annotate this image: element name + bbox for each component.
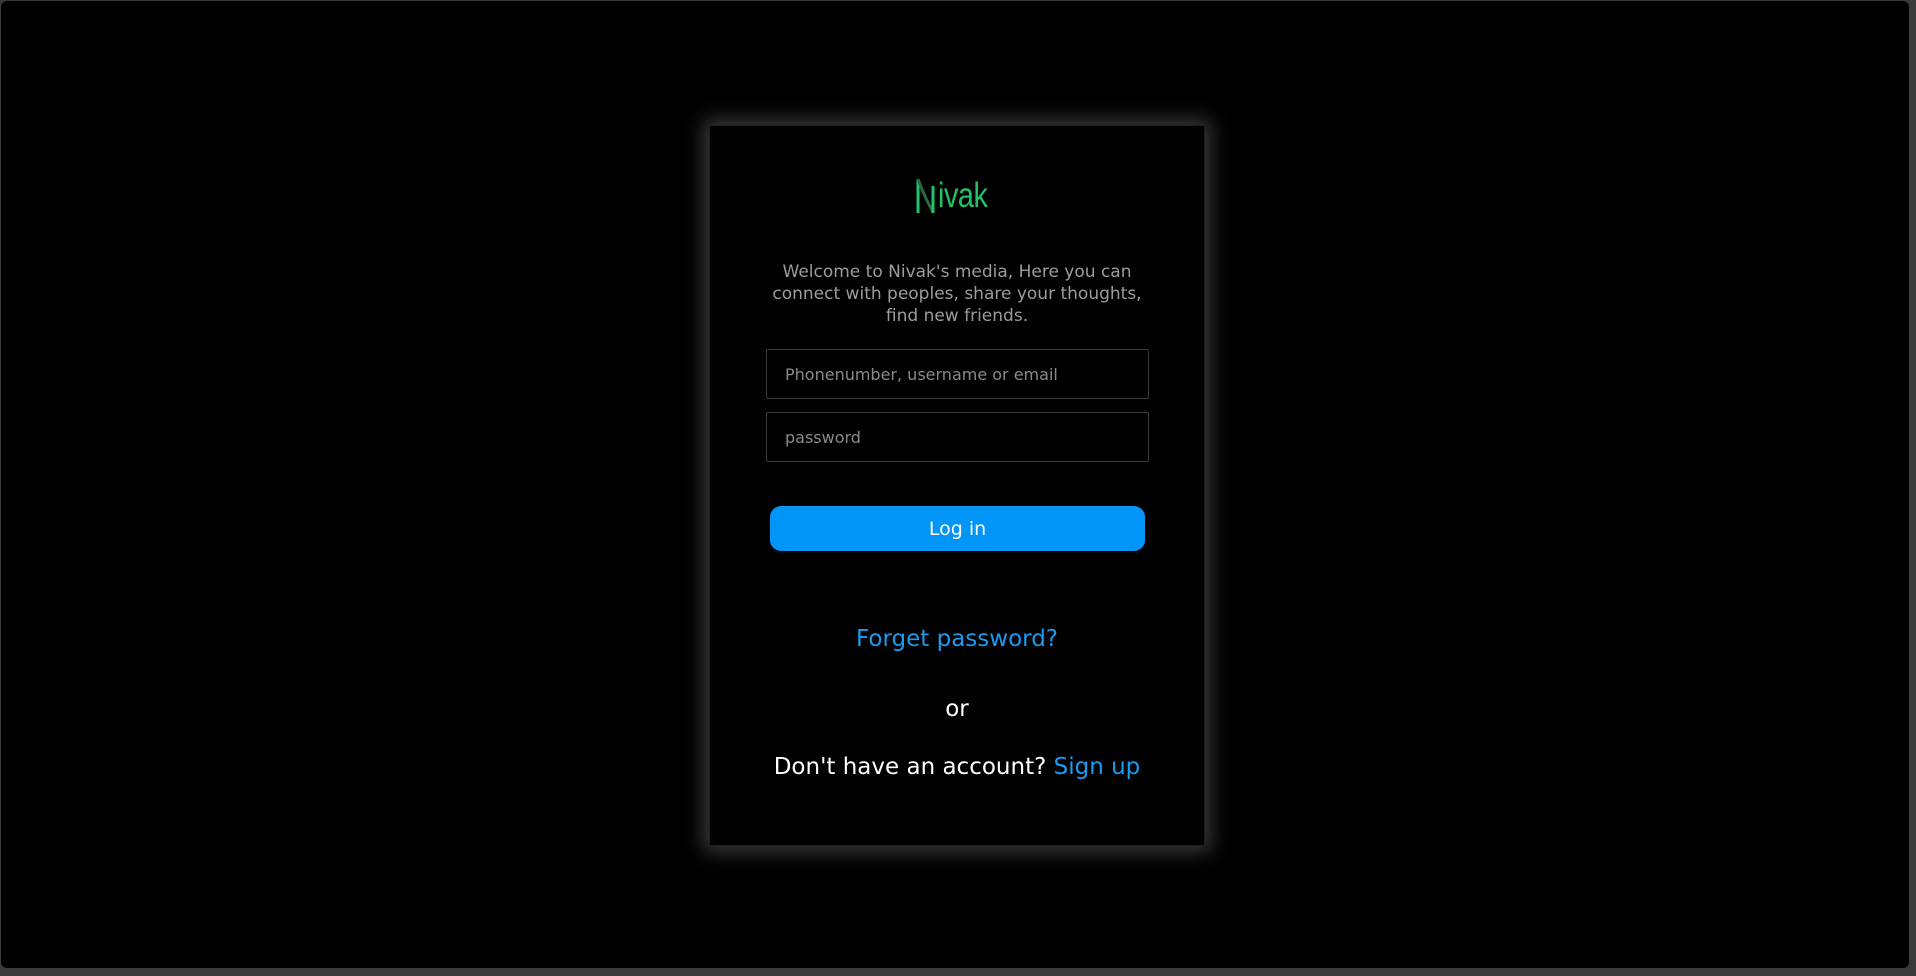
password-input[interactable] <box>766 412 1149 462</box>
welcome-message: Welcome to Nivak's media, Here you can c… <box>772 262 1142 326</box>
login-card: ivak Welcome to Nivak's media, Here you … <box>709 125 1205 846</box>
or-divider-text: or <box>945 696 969 722</box>
brand-logo: ivak <box>710 172 1204 214</box>
page-background: ivak Welcome to Nivak's media, Here you … <box>1 1 1909 968</box>
signup-prompt: Don't have an account? Sign up <box>710 754 1204 780</box>
no-account-text: Don't have an account? <box>773 754 1047 780</box>
logo-n-icon <box>916 178 935 213</box>
login-button[interactable]: Log in <box>770 506 1145 551</box>
signup-link[interactable]: Sign up <box>1054 754 1141 780</box>
identifier-input[interactable] <box>766 349 1149 399</box>
logo-text: ivak <box>938 176 988 215</box>
logo-mark: ivak <box>915 176 998 214</box>
forgot-password-link[interactable]: Forget password? <box>710 626 1204 652</box>
